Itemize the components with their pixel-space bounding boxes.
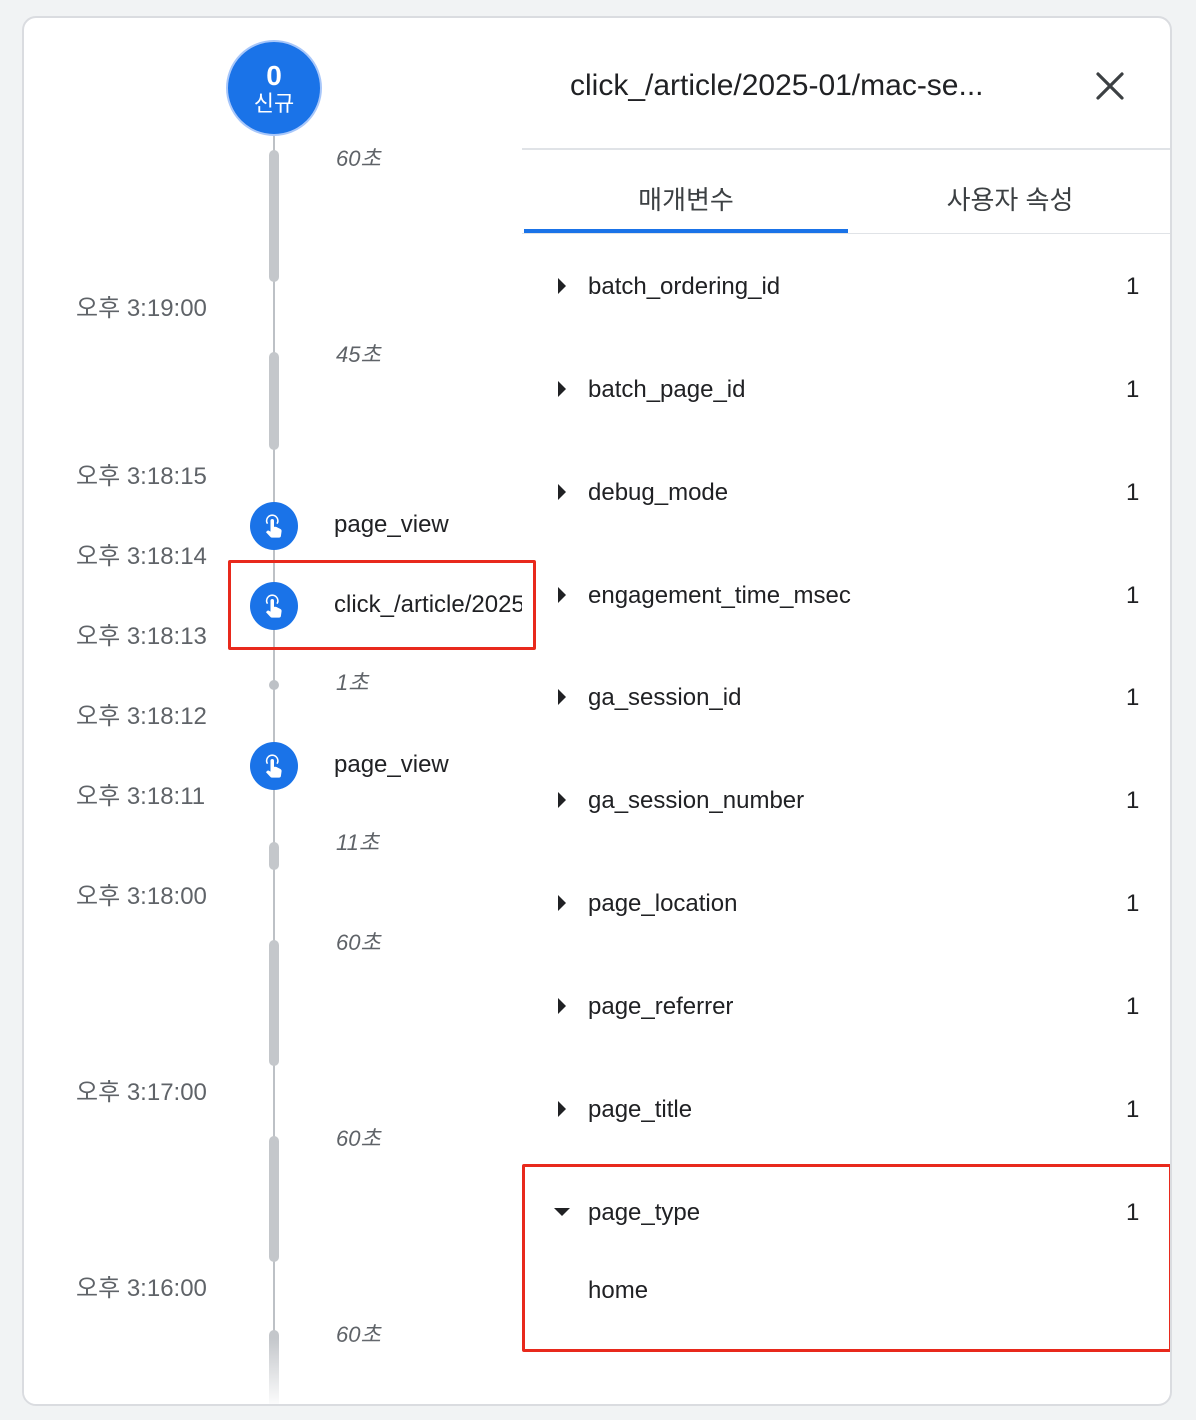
caret-right-icon [558,792,566,808]
timeline-gap-bar [269,150,279,282]
caret-right-icon [558,587,566,603]
param-row-page-location[interactable]: page_location 1 [522,875,1170,935]
event-detail-panel: click_/article/2025-01/mac-se... 매개변수 사용… [522,18,1170,1404]
caret-right-icon [558,278,566,294]
time-label: 오후 3:17:00 [76,1079,207,1106]
param-row-batch-ordering-id[interactable]: batch_ordering_id 1 [522,258,1170,318]
duration-label: 60초 [336,146,381,171]
param-count: 1 [1126,582,1140,609]
highlight-box [522,1164,1170,1352]
event-timeline: 0 신규 60초 오후 3:19:00 45초 오후 3:18:15 page_… [24,18,536,1404]
param-row-page-referrer[interactable]: page_referrer 1 [522,978,1170,1038]
timeline-event-page-view[interactable]: page_view [334,750,522,780]
param-count: 1 [1126,273,1140,300]
param-row-ga-session-id[interactable]: ga_session_id 1 [522,669,1170,729]
duration-label: 60초 [336,1126,381,1151]
caret-right-icon [558,895,566,911]
header-divider [522,148,1170,150]
duration-label: 60초 [336,930,381,955]
time-label: 오후 3:18:11 [76,783,206,810]
time-label: 오후 3:16:00 [76,1275,207,1302]
tab-parameters[interactable]: 매개변수 [524,184,848,216]
param-count: 1 [1126,890,1140,917]
duration-label: 11초 [336,830,380,855]
param-row-batch-page-id[interactable]: batch_page_id 1 [522,361,1170,421]
param-name: ga_session_id [588,684,742,711]
caret-right-icon [558,689,566,705]
param-row-engagement-time-msec[interactable]: engagement_time_msec 1 [522,567,1170,627]
caret-right-icon [558,381,566,397]
time-label: 오후 3:18:00 [76,883,207,910]
duration-label: 45초 [336,342,381,367]
time-label: 오후 3:18:13 [76,623,207,650]
duration-label: 1초 [336,670,369,695]
param-name: debug_mode [588,479,729,506]
close-button[interactable] [1090,66,1130,106]
caret-right-icon [558,1101,566,1117]
new-user-label: 신규 [253,91,295,116]
close-icon [1096,72,1124,100]
timeline-gap-bar [269,940,279,1066]
highlight-box [228,560,536,650]
timeline-gap-bar [269,352,279,450]
time-label: 오후 3:18:12 [76,703,207,730]
param-count: 1 [1126,993,1140,1020]
param-count: 1 [1126,479,1140,506]
event-detail-card: 0 신규 60초 오후 3:19:00 45초 오후 3:18:15 page_… [22,16,1172,1406]
caret-right-icon [558,484,566,500]
tab-divider [522,233,1170,234]
timeline-event-page-view[interactable]: page_view [334,510,522,540]
timeline-fade [24,1338,524,1404]
param-count: 1 [1126,376,1140,403]
param-row-ga-session-number[interactable]: ga_session_number 1 [522,772,1170,832]
param-name: ga_session_number [588,787,805,814]
time-label: 오후 3:18:14 [76,543,207,570]
param-name: engagement_time_msec [588,582,851,609]
caret-right-icon [558,998,566,1014]
panel-title: click_/article/2025-01/mac-se... [570,69,984,102]
param-count: 1 [1126,684,1140,711]
timeline-gap-bar [269,1136,279,1262]
param-name: page_location [588,890,738,917]
param-row-page-title[interactable]: page_title 1 [522,1081,1170,1141]
new-user-badge: 0 신규 [226,40,322,136]
param-name: page_title [588,1096,693,1123]
param-row-debug-mode[interactable]: debug_mode 1 [522,464,1170,524]
param-name: batch_ordering_id [588,273,781,300]
timeline-gap-bar [269,842,279,870]
time-label: 오후 3:19:00 [76,295,207,322]
time-label: 오후 3:18:15 [76,463,207,490]
timeline-gap-dot [269,680,279,690]
param-count: 1 [1126,787,1140,814]
param-name: batch_page_id [588,376,746,403]
tap-hand-icon[interactable] [250,502,298,550]
param-name: page_referrer [588,993,734,1020]
tab-user-properties[interactable]: 사용자 속성 [848,184,1170,216]
new-user-count: 0 [266,60,282,91]
tap-hand-icon[interactable] [250,742,298,790]
param-count: 1 [1126,1096,1140,1123]
